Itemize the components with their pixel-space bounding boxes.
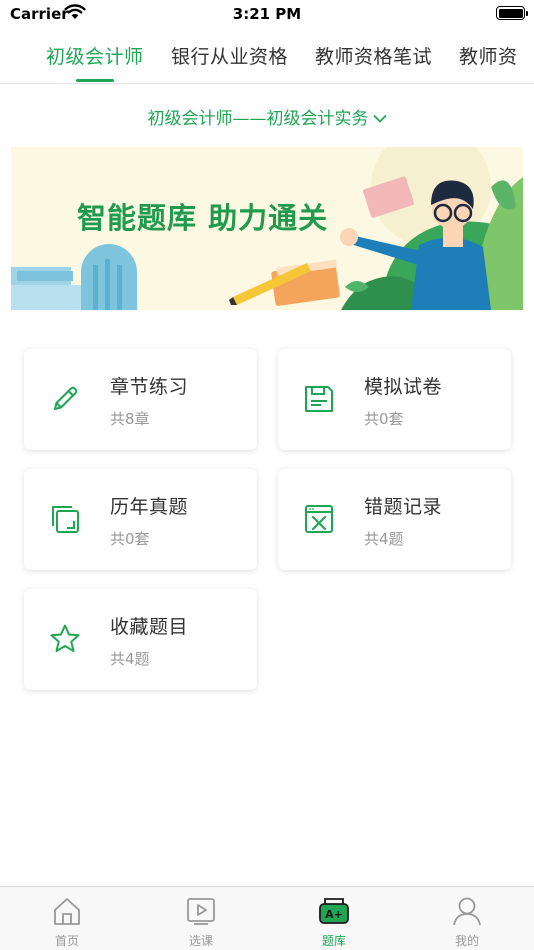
pencil-icon [54, 386, 78, 410]
tab-label: 我的 [454, 934, 479, 948]
card-chapter-practice[interactable]: 章节练习 共8章 [24, 349, 257, 450]
active-tab-indicator [76, 79, 114, 82]
question-bank-icon: A+ [319, 898, 349, 924]
tab-junior-accountant[interactable]: 初级会计师 [46, 42, 144, 69]
tab-courses[interactable]: 选课 [134, 887, 268, 950]
video-play-icon [187, 898, 215, 925]
question-bank-badge: A+ [325, 908, 343, 921]
tab-teacher-written-exam[interactable]: 教师资格笔试 [315, 42, 432, 69]
tab-teacher-partial[interactable]: 教师资 [459, 42, 518, 69]
subject-selector[interactable]: 初级会计师——初级会计实务 [0, 104, 534, 129]
card-count: 共0套 [110, 530, 150, 548]
card-past-exams[interactable]: 历年真题 共0套 [24, 469, 257, 570]
tab-label: 首页 [54, 934, 79, 948]
card-mock-exam[interactable]: 模拟试卷 共0套 [278, 349, 511, 450]
tab-bank-qualification[interactable]: 银行从业资格 [171, 42, 288, 69]
wrong-answer-book-icon [305, 505, 333, 533]
battery-icon [496, 6, 528, 20]
card-count: 共4题 [110, 650, 150, 668]
card-title: 模拟试卷 [364, 376, 443, 398]
promo-banner[interactable]: 智能题库 助力通关 [11, 147, 523, 310]
chevron-down-icon [373, 115, 386, 123]
bottom-tab-bar: 首页 选课 A+ 题库 我的 [0, 886, 534, 950]
status-time: 3:21 PM [232, 5, 302, 23]
card-title: 历年真题 [110, 496, 189, 518]
tab-home[interactable]: 首页 [0, 887, 134, 950]
banner-title: 智能题库 助力通关 [77, 201, 329, 235]
home-icon [54, 898, 80, 925]
card-count: 共0套 [364, 410, 404, 428]
card-favorite-questions[interactable]: 收藏题目 共4题 [24, 589, 257, 690]
user-icon [453, 897, 481, 926]
tab-label: 题库 [321, 934, 346, 948]
tab-label: 选课 [188, 934, 213, 948]
card-count: 共8章 [110, 410, 150, 428]
floppy-disk-icon [305, 386, 333, 412]
status-bar: Carrier 3:21 PM [0, 0, 534, 28]
category-tabs: 初级会计师 银行从业资格 教师资格笔试 教师资 [0, 28, 534, 84]
card-title: 错题记录 [364, 496, 443, 518]
tab-question-bank[interactable]: A+ 题库 [267, 887, 401, 950]
card-title: 收藏题目 [110, 616, 189, 638]
card-wrong-answers[interactable]: 错题记录 共4题 [278, 469, 511, 570]
card-count: 共4题 [364, 530, 404, 548]
subject-selector-label: 初级会计师——初级会计实务 [147, 109, 369, 129]
stacked-pages-icon [52, 506, 79, 533]
tab-profile[interactable]: 我的 [400, 887, 534, 950]
star-icon [50, 624, 80, 652]
card-title: 章节练习 [110, 376, 189, 398]
